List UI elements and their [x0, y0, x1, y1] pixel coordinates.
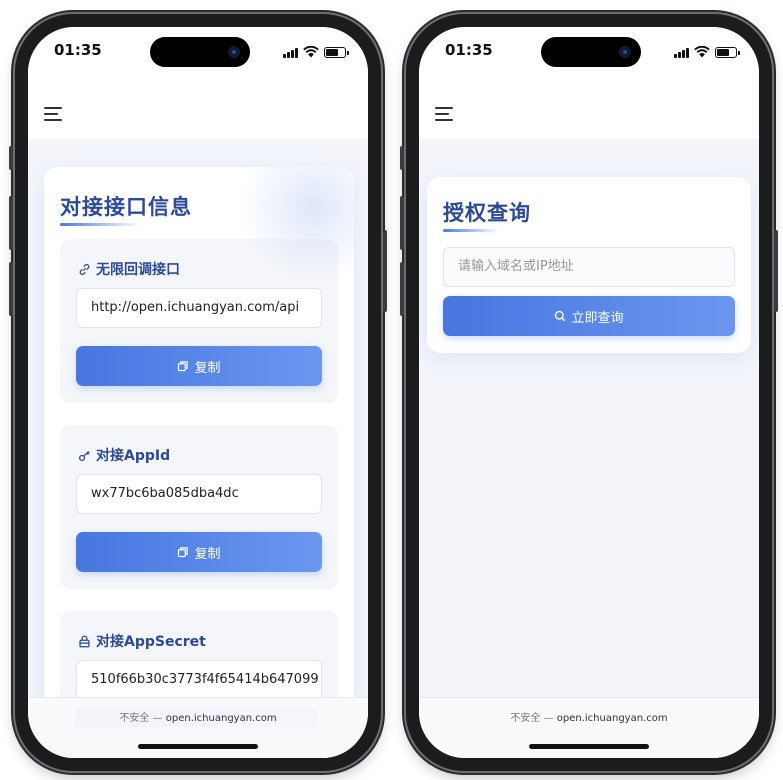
url-domain: open.ichuangyan.com [165, 713, 277, 724]
dynamic-island [150, 37, 250, 67]
callback-api-label: 无限回调接口 [78, 259, 180, 279]
status-bar: 01:35 [419, 27, 759, 91]
appsecret-label-text: 对接AppSecret [96, 634, 206, 650]
power-button [383, 230, 387, 312]
auth-query-card: 授权查询 请输入域名或IP地址 立即查询 [427, 177, 751, 353]
url-text: 不安全 — open.ichuangyan.com [419, 709, 759, 724]
appid-label-text: 对接AppId [96, 448, 171, 464]
lock-icon [79, 635, 90, 647]
copy-callback-button[interactable]: 复制 [76, 346, 322, 386]
volume-down-button [9, 262, 13, 316]
app-bar [419, 91, 759, 139]
screen-left: 01:35 对接接口信息 无限回调接口 http://open.ichuangy… [28, 27, 368, 758]
appid-card: 对接AppId wx77bc6ba085dba4dc 复制 [60, 425, 338, 589]
mute-switch [400, 146, 404, 170]
status-icons [283, 45, 349, 59]
camera-icon [619, 46, 631, 58]
url-domain: open.ichuangyan.com [556, 713, 668, 724]
content-area: 对接接口信息 无限回调接口 http://open.ichuangyan.com… [28, 139, 368, 758]
mute-switch [9, 146, 13, 170]
search-button-label: 立即查询 [571, 310, 624, 326]
appid-label: 对接AppId [78, 445, 170, 465]
battery-icon [715, 46, 740, 58]
search-button[interactable]: 立即查询 [443, 296, 735, 336]
menu-icon[interactable] [435, 107, 453, 121]
content-area: 授权查询 请输入域名或IP地址 立即查询 [419, 139, 759, 758]
menu-icon[interactable] [44, 107, 62, 121]
status-time: 01:35 [54, 41, 102, 59]
wifi-icon [303, 46, 319, 58]
key-icon [78, 450, 90, 461]
section-title: 授权查询 [443, 201, 531, 225]
screen-right: 01:35 授权查询 请输入域名或IP地址 立即查询 不安全 — open.ic… [419, 27, 759, 758]
api-info-card: 对接接口信息 无限回调接口 http://open.ichuangyan.com… [44, 167, 354, 758]
title-underline [443, 229, 499, 232]
url-separator: — [543, 713, 554, 724]
url-bar[interactable]: 不安全 — open.ichuangyan.com [28, 697, 368, 758]
camera-icon [228, 46, 240, 58]
home-indicator[interactable] [529, 744, 649, 749]
status-bar: 01:35 [28, 27, 368, 91]
callback-api-value[interactable]: http://open.ichuangyan.com/api [76, 288, 322, 328]
wifi-icon [694, 46, 710, 58]
battery-icon [324, 46, 349, 58]
callback-api-card: 无限回调接口 http://open.ichuangyan.com/api 复制 [60, 239, 338, 403]
status-time: 01:35 [445, 41, 493, 59]
insecure-label: 不安全 [119, 713, 150, 724]
signal-icon [283, 47, 298, 58]
domain-search-input[interactable]: 请输入域名或IP地址 [443, 247, 735, 287]
link-icon [79, 263, 90, 275]
copy-icon [178, 361, 189, 372]
search-icon [555, 310, 566, 322]
url-separator: — [152, 713, 163, 724]
title-underline [60, 223, 140, 226]
home-indicator[interactable] [138, 744, 258, 749]
phone-left: 01:35 对接接口信息 无限回调接口 http://open.ichuangy… [9, 14, 387, 771]
power-button [774, 230, 778, 312]
volume-up-button [9, 196, 13, 250]
url-text: 不安全 — open.ichuangyan.com [28, 709, 368, 724]
volume-up-button [400, 196, 404, 250]
url-bar[interactable]: 不安全 — open.ichuangyan.com [419, 697, 759, 758]
callback-api-label-text: 无限回调接口 [96, 262, 180, 278]
appid-value[interactable]: wx77bc6ba085dba4dc [76, 474, 322, 514]
copy-appid-button[interactable]: 复制 [76, 532, 322, 572]
insecure-label: 不安全 [510, 713, 541, 724]
copy-callback-label: 复制 [194, 360, 221, 376]
dynamic-island [541, 37, 641, 67]
section-title: 对接接口信息 [60, 195, 192, 219]
copy-icon [178, 547, 189, 558]
phone-right: 01:35 授权查询 请输入域名或IP地址 立即查询 不安全 — open.ic… [400, 14, 778, 771]
copy-appid-label: 复制 [194, 546, 221, 562]
app-bar [28, 91, 368, 139]
volume-down-button [400, 262, 404, 316]
appsecret-value[interactable]: 510f66b30c3773f4f65414b647099 [76, 660, 322, 700]
appsecret-label: 对接AppSecret [78, 631, 206, 651]
status-icons [674, 45, 740, 59]
signal-icon [674, 47, 689, 58]
